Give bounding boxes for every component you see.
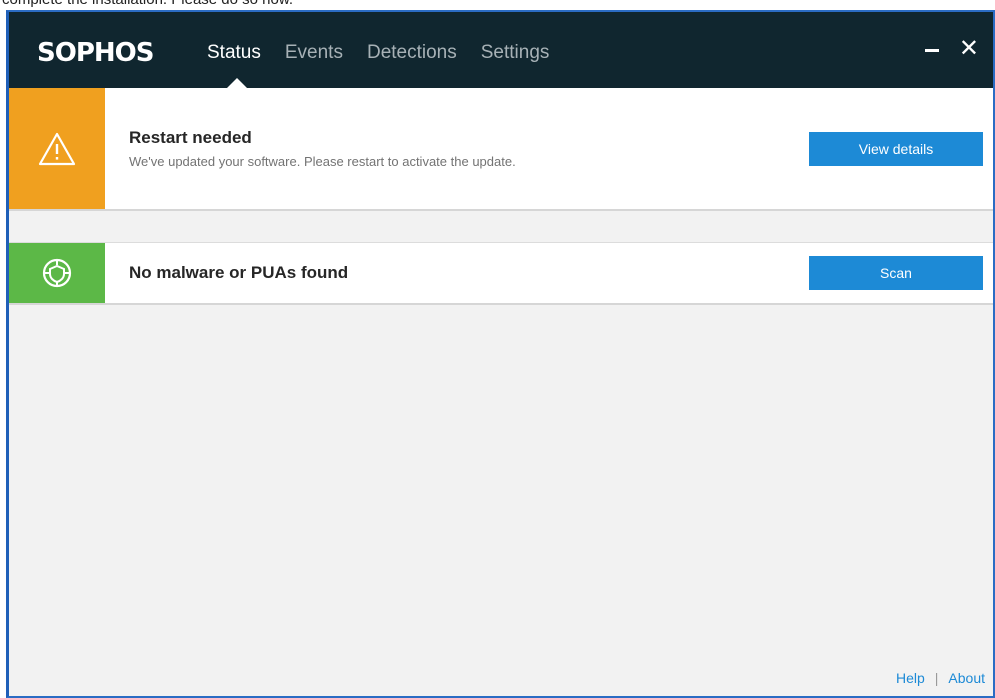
view-details-button[interactable]: View details [809,132,983,166]
malware-title: No malware or PUAs found [129,263,349,282]
footer-separator: | [934,670,939,686]
sophos-logo: SOPHOS [37,38,154,68]
restart-title: Restart needed [129,128,252,147]
main-nav: Status Events Detections Settings [207,42,573,64]
tab-settings[interactable]: Settings [481,42,550,64]
help-link[interactable]: Help [896,670,925,686]
minimize-icon[interactable] [924,48,939,52]
warning-icon [38,132,76,165]
sophos-window: SOPHOS Status Events Detections Settings… [6,10,995,698]
restart-needed-card: Restart needed We've updated your softwa… [9,88,993,211]
title-bar: SOPHOS Status Events Detections Settings… [9,12,993,88]
document-text-line: complete the installation. Please do so … [2,0,293,9]
restart-subtitle: We've updated your software. Please rest… [129,154,516,169]
tab-detections[interactable]: Detections [367,42,457,64]
malware-status-card: No malware or PUAs found Scan [9,242,993,305]
window-controls: ✕ [924,36,979,60]
about-link[interactable]: About [948,670,985,686]
footer-links: Help | About [896,670,985,686]
tab-events[interactable]: Events [285,42,343,64]
active-tab-pointer [227,78,247,88]
shield-icon [42,258,72,288]
close-icon[interactable]: ✕ [959,36,979,60]
scan-button[interactable]: Scan [809,256,983,290]
malware-badge [9,243,105,303]
restart-badge [9,88,105,209]
tab-status[interactable]: Status [207,42,261,64]
